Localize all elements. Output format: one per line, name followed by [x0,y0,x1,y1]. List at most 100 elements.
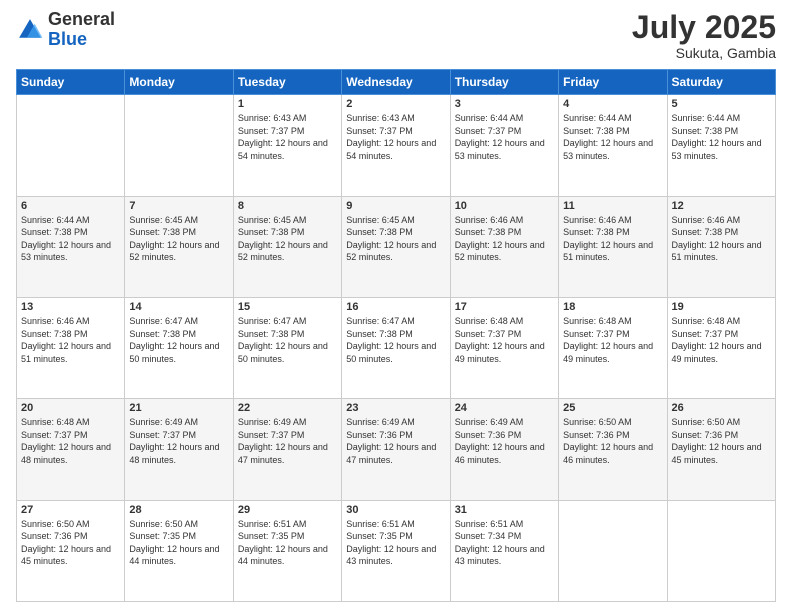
day-info: Sunrise: 6:50 AMSunset: 7:36 PMDaylight:… [21,518,120,568]
calendar-cell: 10Sunrise: 6:46 AMSunset: 7:38 PMDayligh… [450,196,558,297]
day-info: Sunrise: 6:49 AMSunset: 7:37 PMDaylight:… [238,416,337,466]
day-number: 17 [455,301,554,313]
day-number: 31 [455,504,554,516]
day-number: 12 [672,200,771,212]
day-number: 13 [21,301,120,313]
day-number: 1 [238,98,337,110]
calendar-week-2: 6 Sunrise: 6:44 AMSunset: 7:38 PMDaylight… [17,196,776,297]
title-block: July 2025 Sukuta, Gambia [632,10,776,61]
day-info: Sunrise: 6:49 AMSunset: 7:36 PMDaylight:… [346,416,445,466]
calendar-cell: 26Sunrise: 6:50 AMSunset: 7:36 PMDayligh… [667,399,775,500]
day-number: 14 [129,301,228,313]
day-info: Sunrise: 6:44 AMSunset: 7:38 PMDaylight:… [672,112,771,162]
day-info: Sunrise: 6:47 AMSunset: 7:38 PMDaylight:… [238,315,337,365]
calendar-cell: 24Sunrise: 6:49 AMSunset: 7:36 PMDayligh… [450,399,558,500]
calendar-cell: 29 Sunrise: 6:51 AMSunset: 7:35 PMDayligh… [233,500,341,601]
calendar-cell: 31 Sunrise: 6:51 AMSunset: 7:34 PMDayligh… [450,500,558,601]
calendar-cell: 12 Sunrise: 6:46 AMSunset: 7:38 PMDayligh… [667,196,775,297]
logo: General Blue [16,10,115,50]
calendar-cell [125,95,233,196]
day-number: 8 [238,200,337,212]
day-info: Sunrise: 6:43 AMSunset: 7:37 PMDaylight:… [346,112,445,162]
calendar-cell: 16 Sunrise: 6:47 AMSunset: 7:38 PMDayligh… [342,297,450,398]
col-sunday: Sunday [17,70,125,95]
header: General Blue July 2025 Sukuta, Gambia [16,10,776,61]
calendar-cell: 1 Sunrise: 6:43 AMSunset: 7:37 PMDaylight… [233,95,341,196]
calendar-cell: 25 Sunrise: 6:50 AMSunset: 7:36 PMDayligh… [559,399,667,500]
calendar-cell: 23 Sunrise: 6:49 AMSunset: 7:36 PMDayligh… [342,399,450,500]
day-info: Sunrise: 6:43 AMSunset: 7:37 PMDaylight:… [238,112,337,162]
day-info: Sunrise: 6:50 AMSunset: 7:36 PMDaylight:… [672,416,771,466]
calendar-cell: 15Sunrise: 6:47 AMSunset: 7:38 PMDayligh… [233,297,341,398]
day-info: Sunrise: 6:46 AMSunset: 7:38 PMDaylight:… [21,315,120,365]
col-tuesday: Tuesday [233,70,341,95]
day-info: Sunrise: 6:44 AMSunset: 7:38 PMDaylight:… [21,214,120,264]
day-number: 29 [238,504,337,516]
calendar-cell: 22 Sunrise: 6:49 AMSunset: 7:37 PMDayligh… [233,399,341,500]
col-thursday: Thursday [450,70,558,95]
day-info: Sunrise: 6:50 AMSunset: 7:35 PMDaylight:… [129,518,228,568]
col-saturday: Saturday [667,70,775,95]
calendar-cell: 30 Sunrise: 6:51 AMSunset: 7:35 PMDayligh… [342,500,450,601]
logo-icon [16,16,44,44]
calendar-cell: 17 Sunrise: 6:48 AMSunset: 7:37 PMDayligh… [450,297,558,398]
day-number: 7 [129,200,228,212]
calendar-cell: 18Sunrise: 6:48 AMSunset: 7:37 PMDayligh… [559,297,667,398]
calendar-cell: 13 Sunrise: 6:46 AMSunset: 7:38 PMDayligh… [17,297,125,398]
day-info: Sunrise: 6:49 AMSunset: 7:37 PMDaylight:… [129,416,228,466]
day-info: Sunrise: 6:50 AMSunset: 7:36 PMDaylight:… [563,416,662,466]
day-number: 30 [346,504,445,516]
day-number: 2 [346,98,445,110]
day-info: Sunrise: 6:48 AMSunset: 7:37 PMDaylight:… [455,315,554,365]
calendar-cell [17,95,125,196]
calendar-cell: 2 Sunrise: 6:43 AMSunset: 7:37 PMDaylight… [342,95,450,196]
calendar-cell: 3 Sunrise: 6:44 AMSunset: 7:37 PMDaylight… [450,95,558,196]
day-info: Sunrise: 6:45 AMSunset: 7:38 PMDaylight:… [346,214,445,264]
calendar-header-row: Sunday Monday Tuesday Wednesday Thursday… [17,70,776,95]
day-number: 24 [455,402,554,414]
day-info: Sunrise: 6:47 AMSunset: 7:38 PMDaylight:… [129,315,228,365]
day-number: 5 [672,98,771,110]
title-month: July 2025 [632,10,776,45]
day-info: Sunrise: 6:47 AMSunset: 7:38 PMDaylight:… [346,315,445,365]
day-info: Sunrise: 6:45 AMSunset: 7:38 PMDaylight:… [129,214,228,264]
calendar-week-5: 27Sunrise: 6:50 AMSunset: 7:36 PMDayligh… [17,500,776,601]
day-number: 6 [21,200,120,212]
day-info: Sunrise: 6:46 AMSunset: 7:38 PMDaylight:… [672,214,771,264]
calendar-week-4: 20Sunrise: 6:48 AMSunset: 7:37 PMDayligh… [17,399,776,500]
day-info: Sunrise: 6:48 AMSunset: 7:37 PMDaylight:… [21,416,120,466]
day-number: 21 [129,402,228,414]
logo-blue: Blue [48,29,87,49]
day-info: Sunrise: 6:51 AMSunset: 7:35 PMDaylight:… [238,518,337,568]
calendar-cell: 14 Sunrise: 6:47 AMSunset: 7:38 PMDayligh… [125,297,233,398]
day-info: Sunrise: 6:51 AMSunset: 7:35 PMDaylight:… [346,518,445,568]
calendar-cell: 11Sunrise: 6:46 AMSunset: 7:38 PMDayligh… [559,196,667,297]
day-number: 23 [346,402,445,414]
col-monday: Monday [125,70,233,95]
calendar-cell: 9 Sunrise: 6:45 AMSunset: 7:38 PMDaylight… [342,196,450,297]
calendar-cell [559,500,667,601]
day-number: 25 [563,402,662,414]
page: General Blue July 2025 Sukuta, Gambia Su… [0,0,792,612]
col-wednesday: Wednesday [342,70,450,95]
day-info: Sunrise: 6:48 AMSunset: 7:37 PMDaylight:… [672,315,771,365]
day-number: 4 [563,98,662,110]
title-location: Sukuta, Gambia [632,45,776,61]
day-number: 16 [346,301,445,313]
logo-general: General [48,9,115,29]
calendar-cell: 19Sunrise: 6:48 AMSunset: 7:37 PMDayligh… [667,297,775,398]
day-number: 3 [455,98,554,110]
calendar-cell: 28Sunrise: 6:50 AMSunset: 7:35 PMDayligh… [125,500,233,601]
logo-text: General Blue [48,10,115,50]
day-number: 22 [238,402,337,414]
calendar-cell: 5 Sunrise: 6:44 AMSunset: 7:38 PMDaylight… [667,95,775,196]
day-info: Sunrise: 6:46 AMSunset: 7:38 PMDaylight:… [455,214,554,264]
day-number: 11 [563,200,662,212]
calendar-week-3: 13 Sunrise: 6:46 AMSunset: 7:38 PMDayligh… [17,297,776,398]
col-friday: Friday [559,70,667,95]
day-info: Sunrise: 6:44 AMSunset: 7:37 PMDaylight:… [455,112,554,162]
day-number: 9 [346,200,445,212]
calendar-cell: 4Sunrise: 6:44 AMSunset: 7:38 PMDaylight… [559,95,667,196]
day-info: Sunrise: 6:51 AMSunset: 7:34 PMDaylight:… [455,518,554,568]
day-number: 18 [563,301,662,313]
